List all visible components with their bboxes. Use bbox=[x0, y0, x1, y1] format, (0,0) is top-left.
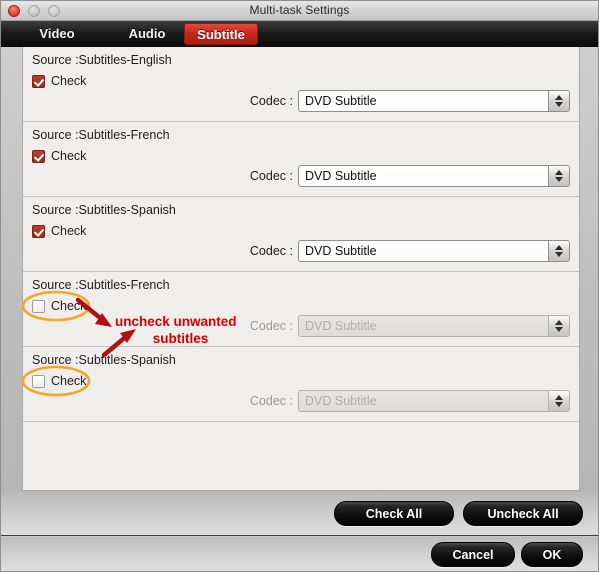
subtitle-section: Source :Subtitles-French Check Codec : DVD … bbox=[23, 122, 579, 197]
subtitle-check-row[interactable]: Check bbox=[32, 148, 86, 164]
subtitle-check-row[interactable]: Check bbox=[32, 73, 86, 89]
check-all-button[interactable]: Check All bbox=[334, 501, 454, 526]
check-checkbox[interactable] bbox=[32, 299, 45, 313]
codec-select-value: DVD Subtitle bbox=[305, 394, 377, 408]
chevron-updown-icon[interactable] bbox=[548, 316, 569, 336]
codec-label: Codec : bbox=[249, 319, 293, 333]
subtitle-check-row[interactable]: Check bbox=[32, 298, 86, 314]
subtitle-check-row[interactable]: Check bbox=[32, 373, 86, 389]
check-label: Check bbox=[51, 149, 87, 163]
cancel-button[interactable]: Cancel bbox=[431, 542, 515, 567]
codec-label: Codec : bbox=[249, 169, 293, 183]
tab-bar: Video Audio Subtitle bbox=[0, 21, 599, 47]
source-label: Source :Subtitles-Spanish bbox=[32, 353, 176, 367]
chevron-updown-icon[interactable] bbox=[548, 166, 569, 186]
codec-select: DVD Subtitle bbox=[298, 390, 570, 412]
check-label: Check bbox=[51, 374, 87, 388]
tab-audio[interactable]: Audio bbox=[110, 23, 184, 45]
dialog-toolbar: Cancel OK bbox=[0, 537, 599, 572]
subtitle-check-row[interactable]: Check bbox=[32, 223, 86, 239]
ok-button[interactable]: OK bbox=[521, 542, 583, 567]
check-toolbar: Check All Uncheck All bbox=[0, 492, 599, 536]
codec-select-value: DVD Subtitle bbox=[305, 94, 377, 108]
codec-row: Codec : DVD Subtitle bbox=[250, 240, 570, 262]
codec-select-value: DVD Subtitle bbox=[305, 244, 377, 258]
chevron-updown-icon[interactable] bbox=[548, 91, 569, 111]
tab-video[interactable]: Video bbox=[20, 23, 94, 45]
subtitle-section: Source :Subtitles-Spanish Check Codec : DVD… bbox=[23, 197, 579, 272]
chevron-updown-icon[interactable] bbox=[548, 391, 569, 411]
title-bar: Multi-task Settings bbox=[0, 0, 599, 21]
codec-label: Codec : bbox=[249, 94, 293, 108]
subtitle-section: Source :Subtitles-English Check Codec : DVD… bbox=[23, 47, 579, 122]
codec-label: Codec : bbox=[249, 394, 293, 408]
codec-select-value: DVD Subtitle bbox=[305, 169, 377, 183]
source-label: Source :Subtitles-Spanish bbox=[32, 203, 176, 217]
window-title: Multi-task Settings bbox=[249, 3, 350, 17]
codec-row: Codec : DVD Subtitle bbox=[250, 390, 570, 412]
codec-row: Codec : DVD Subtitle bbox=[250, 315, 570, 337]
codec-select[interactable]: DVD Subtitle bbox=[298, 165, 570, 187]
check-checkbox[interactable] bbox=[32, 374, 45, 388]
codec-select[interactable]: DVD Subtitle bbox=[298, 240, 570, 262]
check-checkbox[interactable] bbox=[32, 74, 45, 88]
check-checkbox[interactable] bbox=[32, 224, 45, 238]
chevron-updown-icon[interactable] bbox=[548, 241, 569, 261]
check-checkbox[interactable] bbox=[32, 149, 45, 163]
tab-subtitle[interactable]: Subtitle bbox=[184, 23, 258, 45]
subtitle-section: Source :Subtitles-French Check Codec : DVD … bbox=[23, 272, 579, 347]
codec-label: Codec : bbox=[249, 244, 293, 258]
source-label: Source :Subtitles-English bbox=[32, 53, 172, 67]
subtitle-list-panel: Source :Subtitles-English Check Codec : DVD… bbox=[22, 47, 580, 491]
check-label: Check bbox=[51, 299, 87, 313]
codec-select: DVD Subtitle bbox=[298, 315, 570, 337]
codec-select-value: DVD Subtitle bbox=[305, 319, 377, 333]
check-label: Check bbox=[51, 224, 87, 238]
codec-row: Codec : DVD Subtitle bbox=[250, 90, 570, 112]
source-label: Source :Subtitles-French bbox=[32, 278, 170, 292]
uncheck-all-button[interactable]: Uncheck All bbox=[463, 501, 583, 526]
content-area: Source :Subtitles-English Check Codec : DVD… bbox=[0, 47, 599, 492]
subtitle-section: Source :Subtitles-Spanish Check Codec : DVD… bbox=[23, 347, 579, 422]
codec-row: Codec : DVD Subtitle bbox=[250, 165, 570, 187]
source-label: Source :Subtitles-French bbox=[32, 128, 170, 142]
codec-select[interactable]: DVD Subtitle bbox=[298, 90, 570, 112]
check-label: Check bbox=[51, 74, 87, 88]
multi-task-settings-window: Multi-task Settings Video Audio Subtitle… bbox=[0, 0, 599, 572]
